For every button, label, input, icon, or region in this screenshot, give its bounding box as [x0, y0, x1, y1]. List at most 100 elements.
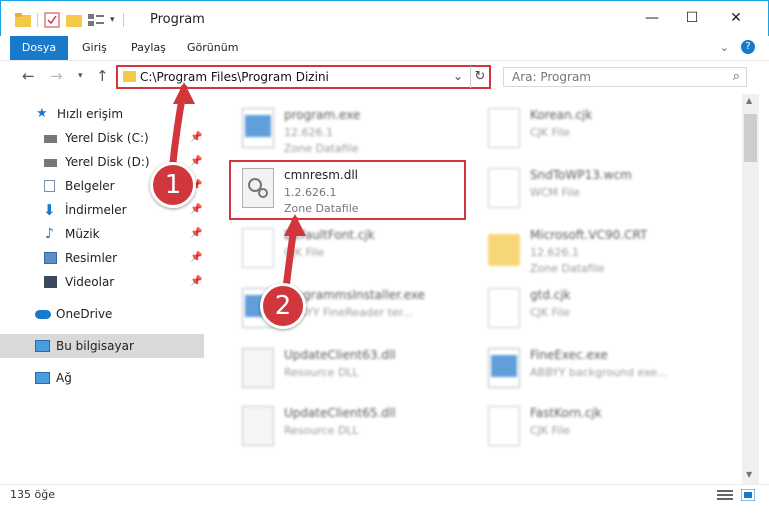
file-item[interactable]: FastKorn.cjk CJK File	[482, 402, 722, 462]
chevron-down-icon[interactable]: ⌄	[720, 41, 729, 54]
file-type: WCM File	[530, 186, 580, 199]
file-type: Zone Datafile	[530, 262, 605, 275]
pin-icon[interactable]: 📌	[190, 198, 202, 222]
scroll-down-icon[interactable]: ▼	[746, 470, 752, 479]
help-icon[interactable]: ?	[741, 40, 755, 54]
download-icon: ⬇	[43, 201, 56, 219]
file-name: UpdateClient65.dll	[284, 406, 396, 420]
sidebar-item-pictures[interactable]: Resimler 📌	[0, 246, 204, 270]
file-item[interactable]: DefaultFont.cjk CJK File	[236, 224, 476, 284]
file-item[interactable]: SndToWP13.wcm WCM File	[482, 164, 722, 224]
sidebar-item-drive-c[interactable]: Yerel Disk (C:) 📌	[0, 126, 204, 150]
tab-view[interactable]: Görünüm	[187, 36, 238, 60]
back-arrow-icon[interactable]: ←	[22, 67, 35, 85]
up-arrow-icon[interactable]: ↑	[96, 67, 109, 85]
sidebar-item-onedrive[interactable]: OneDrive	[0, 302, 204, 326]
scrollbar-thumb[interactable]	[744, 114, 757, 162]
star-icon: ★	[36, 106, 48, 121]
file-item[interactable]: UpdateClient63.dll Resource DLL	[236, 344, 476, 404]
sidebar-item-quick-access[interactable]: ★ Hızlı erişim	[0, 102, 204, 126]
large-icons-view-icon[interactable]	[741, 489, 755, 501]
status-bar: 135 öğe	[0, 484, 769, 506]
address-history-chevron-icon[interactable]: ⌄	[453, 69, 463, 83]
sidebar-item-label: Belgeler	[65, 179, 115, 193]
exe-icon	[242, 108, 274, 148]
sidebar-item-this-pc[interactable]: Bu bilgisayar	[0, 334, 204, 358]
item-count: 135 öğe	[10, 488, 55, 501]
maximize-button[interactable]: ☐	[669, 1, 715, 35]
file-icon	[488, 288, 520, 328]
tab-home[interactable]: Giriş	[82, 36, 107, 60]
separator	[122, 13, 124, 27]
address-path[interactable]: C:\Program Files\Program Dizini	[140, 70, 329, 84]
sidebar-item-label: İndirmeler	[65, 203, 127, 217]
pin-icon[interactable]: 📌	[190, 222, 202, 246]
tab-file[interactable]: Dosya	[10, 36, 68, 60]
file-item[interactable]: FineExec.exe ABBYY background exe...	[482, 344, 722, 404]
sidebar-item-label: Bu bilgisayar	[56, 339, 134, 353]
navigation-pane: ★ Hızlı erişim Yerel Disk (C:) 📌 Yerel D…	[0, 94, 206, 484]
documents-icon	[44, 180, 55, 192]
pin-icon[interactable]: 📌	[190, 150, 202, 174]
details-view-icon[interactable]	[717, 489, 733, 501]
file-description: ABBYY background exe...	[530, 366, 668, 379]
drive-icon	[44, 159, 57, 167]
customize-dropdown-icon[interactable]: ▾	[110, 15, 115, 25]
pin-icon[interactable]: 📌	[190, 270, 202, 294]
recent-dropdown-icon[interactable]: ▾	[78, 71, 83, 81]
file-item[interactable]: gtd.cjk CJK File	[482, 284, 722, 344]
file-name: FineExec.exe	[530, 348, 608, 362]
sidebar-item-label: Ağ	[56, 371, 72, 385]
window-title: Program	[150, 12, 205, 27]
pin-icon[interactable]: 📌	[190, 126, 202, 150]
sidebar-item-label: Müzik	[65, 227, 100, 241]
folder-icon	[123, 71, 136, 82]
file-version: 12.626.1	[284, 126, 333, 139]
sidebar-item-videos[interactable]: Videolar 📌	[0, 270, 204, 294]
vertical-scrollbar[interactable]: ▲ ▼	[742, 94, 759, 484]
view-icon[interactable]	[88, 13, 104, 27]
videos-icon	[44, 276, 57, 288]
dll-gear-icon	[242, 348, 274, 388]
file-type: CJK File	[530, 306, 571, 319]
computer-icon	[35, 340, 50, 352]
file-type: CJK File	[530, 126, 571, 139]
file-item[interactable]: Microsoft.VC90.CRT 12.626.1 Zone Datafil…	[482, 224, 722, 284]
sidebar-item-label: OneDrive	[56, 307, 113, 321]
refresh-icon[interactable]: ↻	[470, 66, 489, 88]
file-item[interactable]: program.exe 12.626.1 Zone Datafile	[236, 104, 476, 164]
file-name: SndToWP13.wcm	[530, 168, 632, 182]
folder-icon[interactable]	[15, 13, 31, 27]
file-icon	[488, 406, 520, 446]
new-folder-icon[interactable]	[66, 13, 82, 27]
sidebar-item-label: Videolar	[65, 275, 115, 289]
music-icon: ♪	[45, 226, 54, 242]
search-icon[interactable]: ⌕	[733, 69, 740, 84]
sidebar-item-network[interactable]: Ağ	[0, 366, 204, 390]
file-item[interactable]: UpdateClient65.dll Resource DLL	[236, 402, 476, 462]
tab-share[interactable]: Paylaş	[131, 36, 166, 60]
file-type: Resource DLL	[284, 424, 359, 437]
navigation-bar: ← → ▾ ↑ C:\Program Files\Program Dizini …	[0, 61, 769, 94]
separator	[37, 13, 38, 27]
pictures-icon	[44, 252, 57, 264]
properties-icon[interactable]	[44, 12, 60, 28]
scroll-up-icon[interactable]: ▲	[746, 96, 752, 105]
sidebar-item-music[interactable]: ♪ Müzik 📌	[0, 222, 204, 246]
file-type: Resource DLL	[284, 366, 359, 379]
address-bar[interactable]: C:\Program Files\Program Dizini ⌄ ↻	[116, 65, 491, 89]
search-placeholder[interactable]: Ara: Program	[512, 70, 591, 84]
close-button[interactable]: ✕	[713, 1, 759, 35]
ribbon-tabs: Dosya Giriş Paylaş Görünüm ⌄ ?	[0, 36, 769, 61]
pin-icon[interactable]: 📌	[190, 246, 202, 270]
file-item[interactable]: Korean.cjk CJK File	[482, 104, 722, 164]
file-name: FastKorn.cjk	[530, 406, 602, 420]
file-version: 12.626.1	[530, 246, 579, 259]
file-icon	[488, 108, 520, 148]
title-bar: ▾ Program — ☐ ✕	[0, 0, 769, 38]
forward-arrow-icon[interactable]: →	[50, 67, 63, 85]
file-name: Microsoft.VC90.CRT	[530, 228, 648, 242]
sidebar-item-label: Yerel Disk (C:)	[65, 131, 149, 145]
search-input[interactable]: Ara: Program ⌕	[503, 67, 747, 87]
file-icon	[488, 168, 520, 208]
